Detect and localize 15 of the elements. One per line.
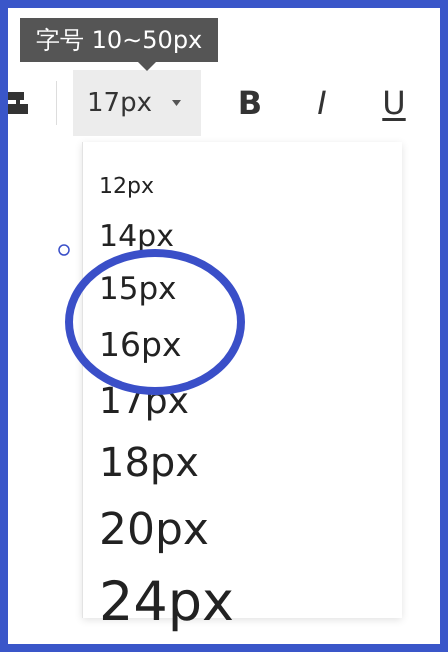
font-size-option[interactable]: 18px bbox=[83, 431, 207, 495]
format-button[interactable]: I bbox=[297, 78, 347, 128]
brush-icon bbox=[8, 90, 28, 116]
font-size-option[interactable]: 15px bbox=[83, 263, 184, 316]
font-size-dropdown[interactable]: 17px bbox=[73, 70, 201, 136]
tooltip: 字号 10~50px bbox=[20, 18, 218, 62]
font-size-option[interactable]: 14px bbox=[83, 210, 182, 263]
font-size-option[interactable]: 12px bbox=[83, 164, 162, 210]
tooltip-pointer-icon bbox=[138, 62, 156, 71]
font-size-option[interactable]: 24px bbox=[83, 565, 242, 639]
font-size-option[interactable]: 20px bbox=[83, 495, 217, 565]
caret-icon bbox=[172, 100, 181, 106]
format-button[interactable]: U bbox=[369, 78, 419, 128]
format-button[interactable]: B bbox=[225, 78, 275, 128]
font-size-option[interactable]: 16px bbox=[83, 316, 190, 373]
